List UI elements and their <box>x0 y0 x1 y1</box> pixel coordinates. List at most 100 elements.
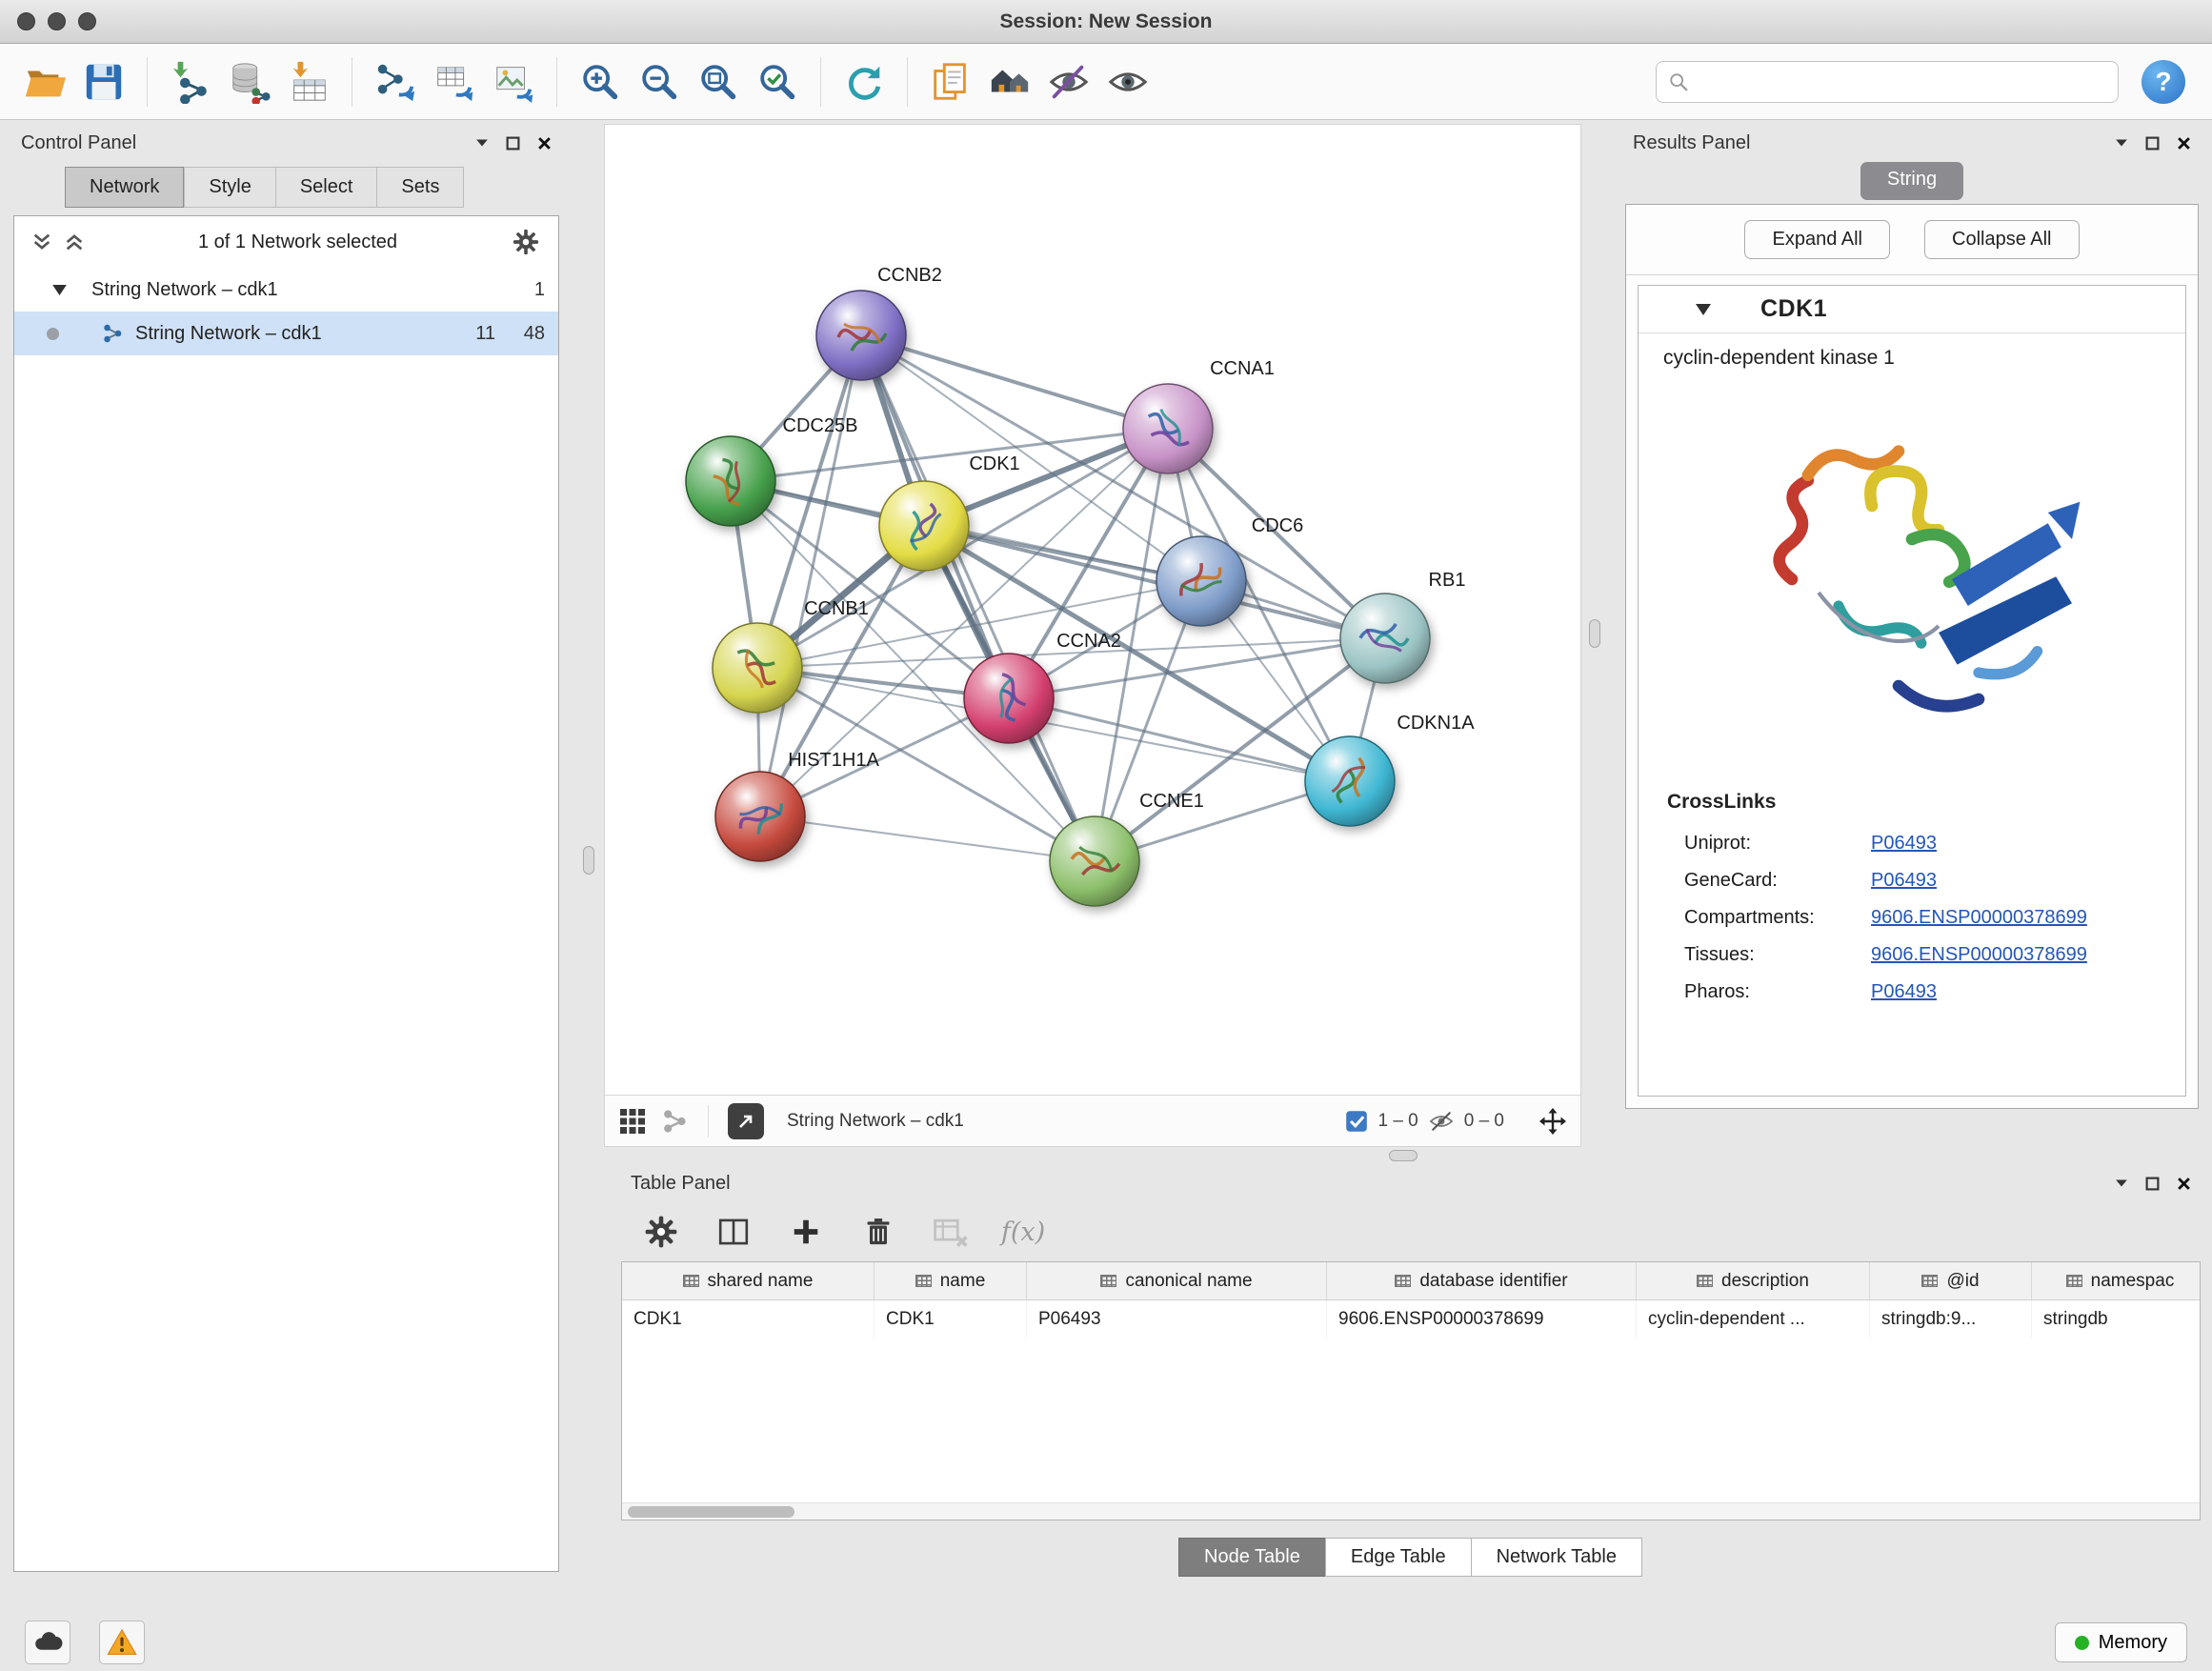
network-node-CCNB2[interactable] <box>816 291 906 380</box>
network-node-RB1[interactable] <box>1340 594 1430 683</box>
crosslink-value-link[interactable]: P06493 <box>1871 833 1937 855</box>
network-node-CDK1[interactable] <box>879 481 969 571</box>
panel-close-icon[interactable] <box>537 136 552 151</box>
show-columns-icon[interactable] <box>713 1211 754 1253</box>
collapse-all-button[interactable]: Collapse All <box>1924 220 2080 259</box>
help-button[interactable]: ? <box>2142 60 2185 104</box>
column-header-description[interactable]: description <box>1637 1262 1870 1299</box>
open-session-button[interactable] <box>17 52 72 111</box>
table-settings-gear-icon[interactable] <box>640 1211 682 1253</box>
maximize-window-button[interactable] <box>78 12 96 30</box>
network-row[interactable]: String Network – cdk1 11 48 <box>14 312 558 355</box>
tab-network-table[interactable]: Network Table <box>1471 1538 1642 1577</box>
table-cell[interactable]: stringdb:9... <box>1870 1300 2032 1339</box>
delete-column-trash-icon[interactable] <box>857 1211 899 1253</box>
scrollbar-thumb[interactable] <box>628 1506 794 1518</box>
pan-move-icon[interactable] <box>1538 1107 1567 1136</box>
column-header-canonical-name[interactable]: canonical name <box>1027 1262 1327 1299</box>
memory-button[interactable]: Memory <box>2055 1622 2187 1662</box>
column-header-namespac[interactable]: namespac <box>2032 1262 2201 1299</box>
zoom-in-button[interactable] <box>573 52 628 111</box>
table-cell[interactable]: 9606.ENSP00000378699 <box>1327 1300 1637 1339</box>
warnings-button[interactable] <box>99 1621 145 1664</box>
panel-float-icon[interactable] <box>2145 136 2160 151</box>
network-node-CDKN1A[interactable] <box>1305 736 1395 826</box>
panel-menu-icon[interactable] <box>2115 1178 2128 1188</box>
network-node-CCNE1[interactable] <box>1050 816 1139 906</box>
panel-float-icon[interactable] <box>506 136 520 151</box>
crosslink-value-link[interactable]: 9606.ENSP00000378699 <box>1871 944 2087 966</box>
tab-edge-table[interactable]: Edge Table <box>1325 1538 1472 1577</box>
search-box[interactable] <box>1656 61 2119 103</box>
export-image-button[interactable] <box>486 52 541 111</box>
zoom-selected-button[interactable] <box>750 52 805 111</box>
close-window-button[interactable] <box>17 12 35 30</box>
table-cell[interactable]: cyclin-dependent ... <box>1637 1300 1870 1339</box>
network-node-CCNB1[interactable] <box>713 623 802 713</box>
show-all-button[interactable] <box>1100 52 1156 111</box>
bottom-splitter-handle[interactable] <box>1389 1150 1418 1161</box>
selected-checkbox-icon[interactable] <box>1345 1110 1368 1133</box>
network-node-CCNA1[interactable] <box>1123 384 1213 473</box>
network-node-HIST1H1A[interactable] <box>715 772 805 861</box>
grid-view-icon[interactable] <box>618 1107 647 1136</box>
column-header-name[interactable]: name <box>875 1262 1027 1299</box>
network-share-icon[interactable] <box>660 1107 689 1136</box>
table-cell[interactable]: CDK1 <box>875 1300 1027 1339</box>
network-options-gear-icon[interactable] <box>511 227 541 257</box>
panel-close-icon[interactable] <box>2177 1177 2191 1191</box>
save-session-button[interactable] <box>76 52 131 111</box>
collapse-all-icon[interactable] <box>31 232 52 252</box>
hidden-eye-slash-icon[interactable] <box>1428 1108 1455 1135</box>
table-cell[interactable]: CDK1 <box>622 1300 875 1339</box>
export-table-button[interactable] <box>427 52 482 111</box>
disclosure-triangle-icon[interactable] <box>52 285 67 295</box>
refresh-layout-button[interactable] <box>836 52 892 111</box>
tab-network[interactable]: Network <box>65 167 184 208</box>
zoom-out-button[interactable] <box>632 52 687 111</box>
tab-string[interactable]: String <box>1860 162 1963 200</box>
import-network-database-button[interactable] <box>222 52 277 111</box>
network-node-CDC6[interactable] <box>1156 536 1246 626</box>
left-splitter-handle[interactable] <box>583 846 594 875</box>
cloud-status-button[interactable] <box>25 1621 70 1664</box>
panel-menu-icon[interactable] <box>475 138 489 148</box>
table-cell[interactable]: stringdb <box>2032 1300 2201 1339</box>
network-edge[interactable] <box>861 335 1095 861</box>
tab-select[interactable]: Select <box>275 167 377 208</box>
expand-all-button[interactable]: Expand All <box>1744 220 1890 259</box>
column-header--id[interactable]: @id <box>1870 1262 2032 1299</box>
panel-close-icon[interactable] <box>2177 136 2191 151</box>
tab-sets[interactable]: Sets <box>376 167 464 208</box>
clone-network-button[interactable] <box>368 52 423 111</box>
create-column-plus-icon[interactable] <box>785 1211 827 1253</box>
expand-all-icon[interactable] <box>64 232 85 252</box>
right-splitter-handle[interactable] <box>1589 619 1600 648</box>
table-horizontal-scrollbar[interactable] <box>622 1502 2200 1520</box>
panel-float-icon[interactable] <box>2145 1177 2160 1191</box>
network-canvas[interactable]: CCNB2CCNA1CDC25BCDK1CDC6RB1CCNB1CCNA2CDK… <box>605 125 1580 1095</box>
table-row[interactable]: CDK1CDK1P064939606.ENSP00000378699cyclin… <box>622 1300 2200 1339</box>
duplicate-document-button[interactable] <box>923 52 978 111</box>
crosslink-value-link[interactable]: 9606.ENSP00000378699 <box>1871 907 2087 929</box>
disclosure-triangle-icon[interactable] <box>1696 304 1711 315</box>
network-collection-row[interactable]: String Network – cdk1 1 <box>14 268 558 312</box>
network-edge[interactable] <box>861 335 1168 429</box>
panel-menu-icon[interactable] <box>2115 138 2128 148</box>
detach-view-button[interactable] <box>728 1103 764 1139</box>
column-header-database-identifier[interactable]: database identifier <box>1327 1262 1637 1299</box>
network-node-CCNA2[interactable] <box>964 654 1054 743</box>
network-edge[interactable] <box>760 816 1095 861</box>
crosslink-value-link[interactable]: P06493 <box>1871 981 1937 1003</box>
home-view-button[interactable] <box>982 52 1037 111</box>
table-cell[interactable]: P06493 <box>1027 1300 1327 1339</box>
zoom-fit-button[interactable] <box>691 52 746 111</box>
minimize-window-button[interactable] <box>48 12 66 30</box>
tab-node-table[interactable]: Node Table <box>1178 1538 1326 1577</box>
crosslink-value-link[interactable]: P06493 <box>1871 870 1937 892</box>
network-edge[interactable] <box>760 335 861 816</box>
protein-card-header[interactable]: CDK1 <box>1639 286 2185 333</box>
network-node-CDC25B[interactable] <box>686 436 775 526</box>
search-input[interactable] <box>1697 71 2106 92</box>
import-network-file-button[interactable] <box>163 52 218 111</box>
